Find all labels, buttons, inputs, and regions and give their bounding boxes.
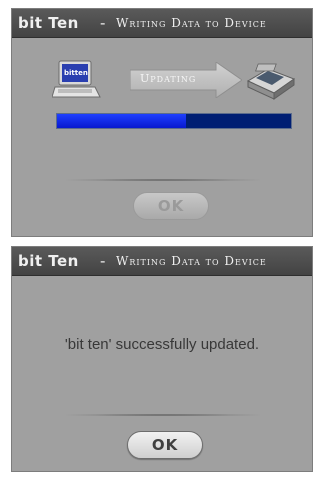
laptop-icon: bitten bbox=[52, 60, 101, 98]
title-separator: - bbox=[100, 14, 106, 32]
divider bbox=[60, 414, 266, 416]
device-icon bbox=[246, 63, 296, 100]
progress-bar bbox=[56, 113, 292, 129]
titlebar: bit Ten - Writing Data to Device bbox=[12, 247, 312, 276]
updating-dialog: bit Ten - Writing Data to Device bitten … bbox=[11, 8, 313, 237]
title-text: Writing Data to Device bbox=[116, 254, 267, 268]
titlebar: bit Ten - Writing Data to Device bbox=[12, 9, 312, 38]
title-separator: - bbox=[100, 252, 106, 270]
ok-button[interactable]: OK bbox=[127, 431, 203, 459]
updating-label: Updating bbox=[140, 72, 197, 85]
divider bbox=[60, 179, 266, 181]
title-brand: bit Ten bbox=[18, 252, 79, 270]
title-brand: bit Ten bbox=[18, 14, 79, 32]
title-text: Writing Data to Device bbox=[116, 16, 267, 30]
success-dialog: bit Ten - Writing Data to Device 'bit te… bbox=[11, 246, 313, 472]
success-message: 'bit ten' successfully updated. bbox=[64, 336, 260, 353]
ok-button[interactable]: OK bbox=[133, 192, 209, 220]
laptop-screen-label: bitten bbox=[64, 69, 88, 77]
progress-fill bbox=[57, 114, 186, 128]
